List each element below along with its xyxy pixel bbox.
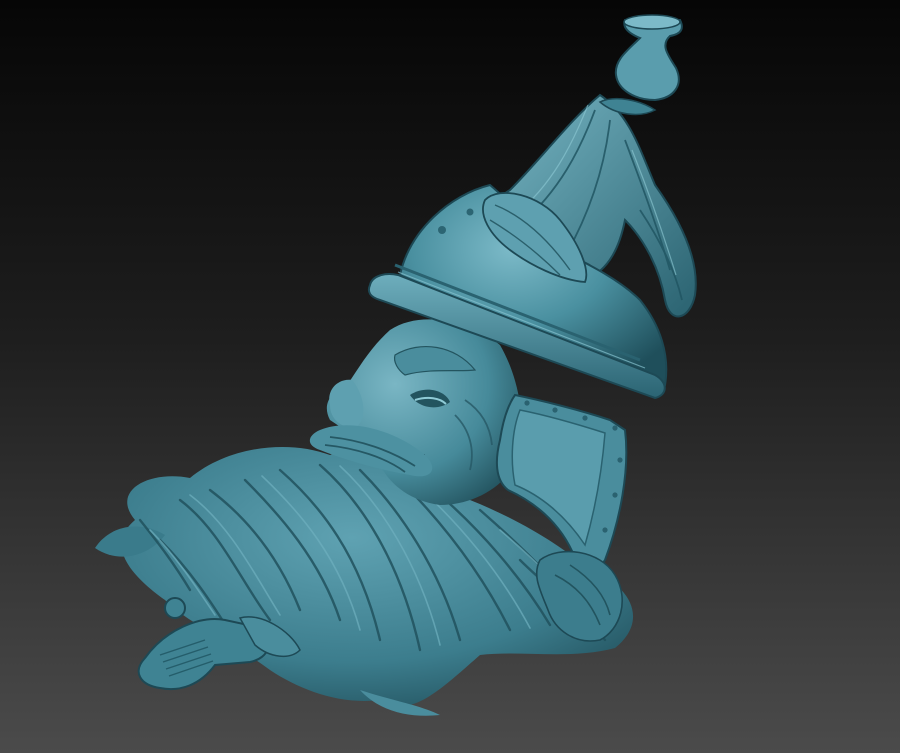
3d-viewport[interactable]	[0, 0, 900, 753]
sculpt-render	[0, 0, 900, 753]
